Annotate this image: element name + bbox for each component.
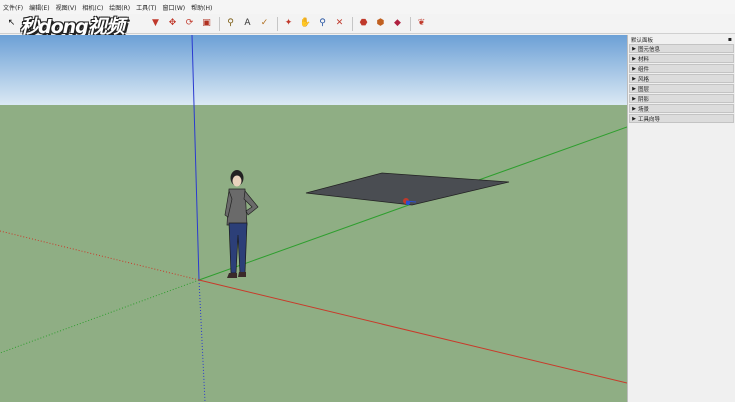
panel-instructor[interactable]: ▶ 工具向导: [629, 114, 734, 123]
panel-label: 图层: [638, 86, 650, 93]
orbit-icon[interactable]: ✦: [281, 16, 296, 31]
ground-plane: [0, 105, 627, 402]
axes-icon[interactable]: ✓: [257, 16, 272, 31]
menu-help[interactable]: 帮助(H): [188, 3, 215, 12]
panel-styles[interactable]: ▶ 风格: [629, 74, 734, 83]
toolbar-separator: [277, 16, 278, 31]
pan-icon[interactable]: ✋: [298, 16, 313, 31]
panel-label: 风格: [638, 76, 650, 83]
tray-title: 默认面板 ▪: [628, 35, 735, 44]
panel-entity-info[interactable]: ▶ 图元信息: [629, 44, 734, 53]
components-icon[interactable]: ◆: [390, 16, 405, 31]
zoom-extents-icon[interactable]: ✕: [332, 16, 347, 31]
expand-arrow-icon: ▶: [632, 55, 636, 62]
move-icon[interactable]: ✥: [165, 16, 180, 31]
modeling-viewport[interactable]: [0, 35, 627, 402]
tray-title-text: 默认面板: [631, 37, 654, 44]
expand-arrow-icon: ▶: [632, 115, 636, 122]
panel-layers[interactable]: ▶ 图层: [629, 84, 734, 93]
default-tray: 默认面板 ▪ ▶ 图元信息 ▶ 材料 ▶ 组件 ▶ 风格 ▶ 图层 ▶ 阴影 ▶…: [627, 35, 735, 402]
extension-warehouse-icon[interactable]: ❦: [414, 16, 429, 31]
toolbar-separator: [352, 16, 353, 31]
expand-arrow-icon: ▶: [632, 85, 636, 92]
panel-scenes[interactable]: ▶ 场景: [629, 104, 734, 113]
menu-file[interactable]: 文件(F): [0, 3, 26, 12]
menu-view[interactable]: 视图(V): [53, 3, 80, 12]
panel-shadows[interactable]: ▶ 阴影: [629, 94, 734, 103]
expand-arrow-icon: ▶: [632, 65, 636, 72]
panel-materials[interactable]: ▶ 材料: [629, 54, 734, 63]
menu-draw[interactable]: 绘图(R): [106, 3, 133, 12]
scale-icon[interactable]: ▣: [199, 16, 214, 31]
expand-arrow-icon: ▶: [632, 95, 636, 102]
panel-label: 场景: [638, 106, 650, 113]
zoom-icon[interactable]: ⚲: [315, 16, 330, 31]
toolbar-separator: [410, 16, 411, 31]
text-icon[interactable]: A: [240, 16, 255, 31]
panel-label: 图元信息: [638, 46, 661, 53]
menu-tools[interactable]: 工具(T): [133, 3, 159, 12]
panel-label: 阴影: [638, 96, 650, 103]
paint-bucket-icon[interactable]: ▼: [148, 16, 163, 31]
expand-arrow-icon: ▶: [632, 75, 636, 82]
expand-arrow-icon: ▶: [632, 45, 636, 52]
share-model-icon[interactable]: ⬢: [373, 16, 388, 31]
select-arrow-icon[interactable]: ↖: [4, 16, 19, 31]
pin-icon[interactable]: ▪: [728, 36, 735, 43]
sky: [0, 35, 627, 105]
scene-canvas[interactable]: [0, 35, 627, 402]
panel-label: 工具向导: [638, 116, 661, 123]
menu-camera[interactable]: 相机(C): [79, 3, 106, 12]
expand-arrow-icon: ▶: [632, 105, 636, 112]
panel-label: 材料: [638, 56, 650, 63]
warehouse-icon[interactable]: ⬣: [356, 16, 371, 31]
panel-label: 组件: [638, 66, 650, 73]
rotate-icon[interactable]: ⟳: [182, 16, 197, 31]
panel-components[interactable]: ▶ 组件: [629, 64, 734, 73]
menu-edit[interactable]: 编辑(E): [26, 3, 52, 12]
menu-window[interactable]: 窗口(W): [160, 3, 189, 12]
tape-measure-icon[interactable]: ⚲: [223, 16, 238, 31]
toolbar-separator: [219, 16, 220, 31]
